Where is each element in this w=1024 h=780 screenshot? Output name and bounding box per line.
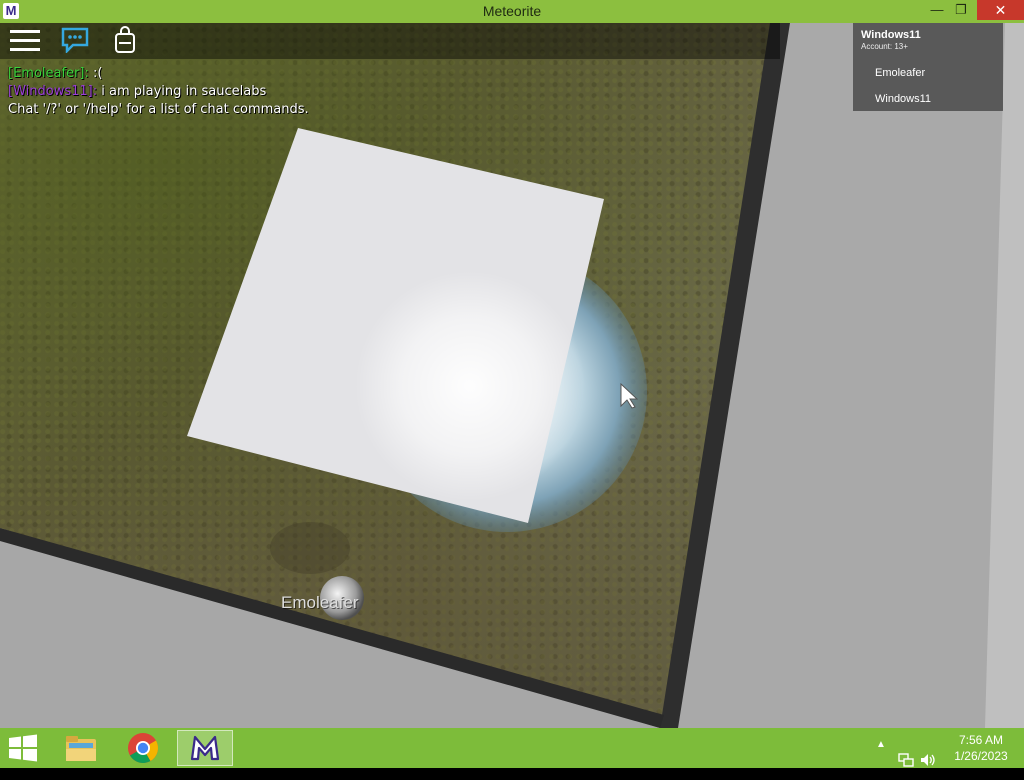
ball-shadow [270, 522, 350, 574]
menu-icon[interactable] [10, 30, 40, 52]
game-world-scene [0, 23, 1024, 728]
network-icon[interactable] [898, 740, 914, 780]
player-list: Windows11 Account: 13+ Emoleafer Windows… [853, 23, 1003, 111]
close-button[interactable]: ✕ [977, 0, 1024, 20]
game-viewport[interactable]: Emoleafer [0, 23, 1024, 728]
system-clock[interactable]: 7:56 AM 1/26/2023 [950, 732, 1012, 764]
chat-text: i am playing in saucelabs [101, 84, 267, 99]
account-age: Account: 13+ [861, 42, 908, 51]
orb-glow [355, 271, 585, 501]
tray-show-hidden-icon[interactable]: ▲ [876, 739, 886, 779]
chrome-icon [128, 733, 159, 764]
chat-text: :( [93, 66, 103, 81]
chat-sender[interactable]: [Windows11]: [8, 84, 97, 99]
folder-icon [66, 736, 96, 761]
game-topbar [0, 23, 780, 59]
player-list-username: Windows11 [861, 29, 921, 41]
volume-icon[interactable] [920, 740, 936, 780]
windows-taskbar: ▲ 7:56 AM 1/26/2023 [0, 728, 1024, 768]
taskbar-meteorite[interactable] [177, 730, 233, 766]
chat-message: [Emoleafer]: :( [8, 65, 448, 83]
chat-sender[interactable]: [Emoleafer]: [8, 66, 89, 81]
taskbar-chrome[interactable] [115, 730, 171, 766]
clock-date: 1/26/2023 [954, 749, 1008, 763]
window-titlebar[interactable]: M Meteorite — ❐ ✕ [0, 0, 1024, 23]
minimize-button[interactable]: — [926, 0, 948, 20]
chat-icon[interactable] [61, 27, 89, 53]
mouse-cursor-icon [620, 383, 638, 409]
backpack-icon[interactable] [114, 26, 136, 54]
player-nameplate: Emoleafer [281, 593, 359, 612]
clock-time: 7:56 AM [958, 733, 1004, 747]
taskbar-file-explorer[interactable] [53, 730, 109, 766]
chat-message: [Windows11]: i am playing in saucelabs [8, 83, 448, 101]
restore-button[interactable]: ❐ [950, 0, 972, 20]
chat-log: [Emoleafer]: :( [Windows11]: i am playin… [8, 65, 448, 119]
player-list-item[interactable]: Emoleafer [853, 62, 1003, 84]
window-title: Meteorite [482, 3, 542, 19]
meteorite-icon [190, 735, 220, 761]
windows-start-icon[interactable] [7, 734, 39, 762]
chat-system-message: Chat '/?' or '/help' for a list of chat … [8, 102, 309, 117]
player-list-item[interactable]: Windows11 [853, 88, 1003, 110]
